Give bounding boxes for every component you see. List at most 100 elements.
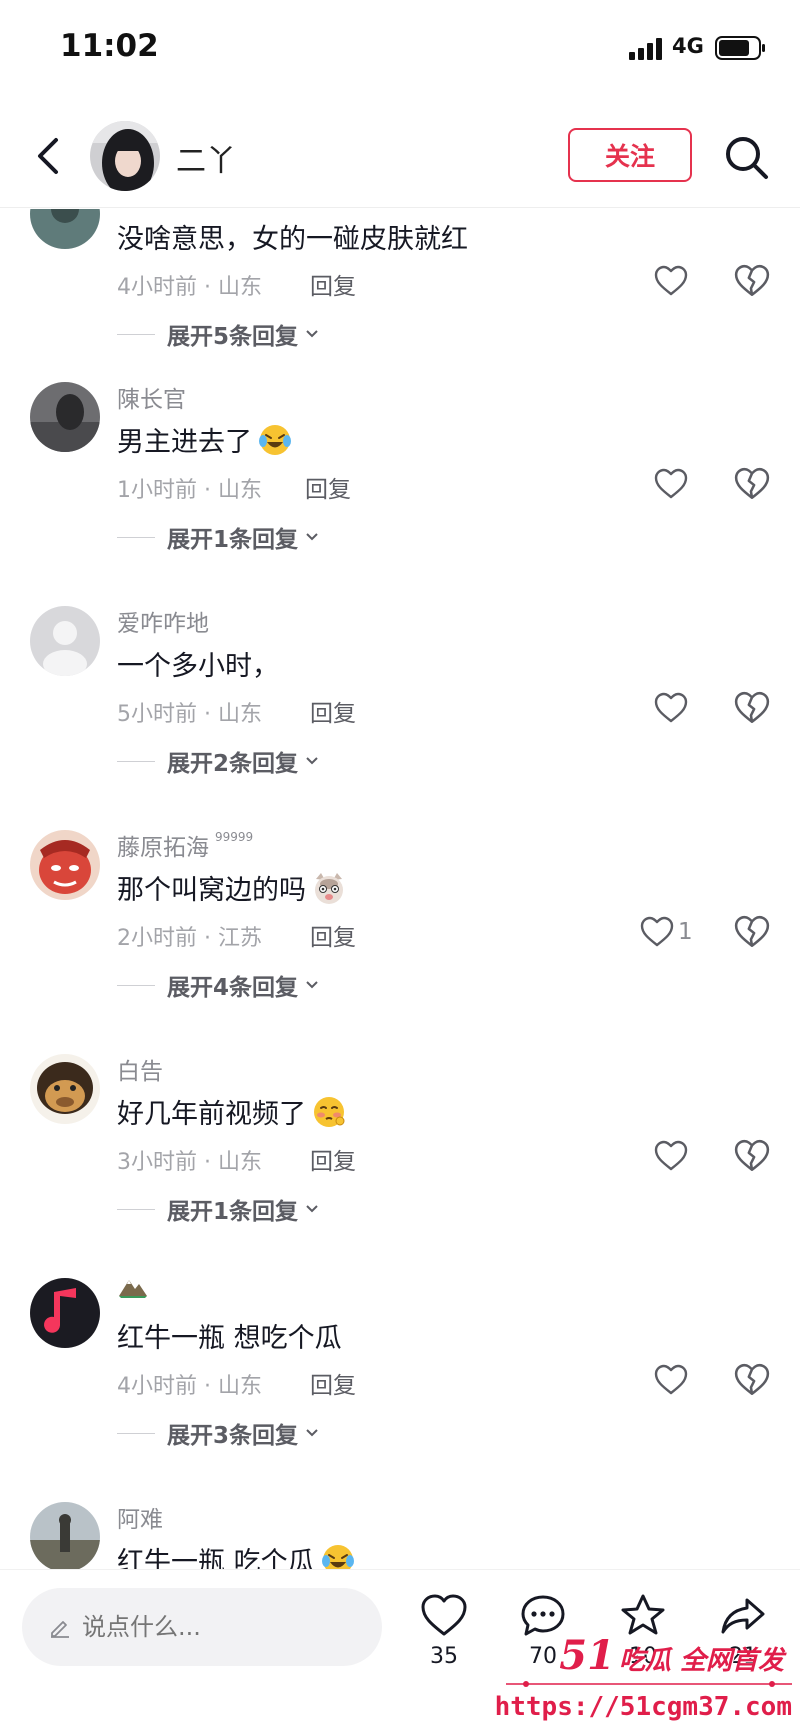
chevron-down-icon bbox=[306, 533, 318, 541]
comment-input[interactable] bbox=[82, 1613, 362, 1641]
like-button[interactable] bbox=[654, 690, 692, 726]
comment-time-location: 2小时前 · 江苏 bbox=[117, 926, 262, 951]
user-badge: 99999 bbox=[215, 830, 254, 844]
watermark-decoration bbox=[506, 1681, 792, 1687]
search-icon[interactable] bbox=[722, 134, 772, 180]
divider-line bbox=[117, 984, 155, 986]
expand-replies-label: 展开1条回复 bbox=[167, 527, 299, 553]
reply-button[interactable]: 回复 bbox=[310, 694, 356, 728]
divider-line bbox=[117, 1432, 155, 1434]
chevron-down-icon bbox=[306, 1429, 318, 1437]
like-button[interactable] bbox=[654, 263, 692, 299]
chevron-down-icon bbox=[306, 1205, 318, 1213]
commenter-name[interactable]: 藤原拓海 99999 bbox=[117, 828, 253, 862]
chevron-down-icon bbox=[306, 330, 318, 338]
comment-text: 男主进去了 bbox=[117, 420, 292, 459]
dislike-broken-heart-icon[interactable] bbox=[734, 466, 770, 502]
expand-replies-label: 展开2条回复 bbox=[167, 751, 299, 777]
like-count: 1 bbox=[678, 919, 693, 945]
chevron-down-icon bbox=[306, 981, 318, 989]
reply-button[interactable]: 回复 bbox=[310, 1366, 356, 1400]
comment-text: 红牛一瓶 吃个瓜 bbox=[117, 1540, 355, 1569]
battery-icon bbox=[715, 36, 765, 60]
like-button[interactable] bbox=[654, 1138, 692, 1174]
status-bar: 11:02 4G bbox=[0, 0, 800, 96]
like-button[interactable] bbox=[654, 1362, 692, 1398]
heart-icon bbox=[654, 1364, 688, 1395]
comment-input-box[interactable] bbox=[22, 1588, 382, 1666]
mountain-avatar-name-icon bbox=[119, 1280, 147, 1298]
dislike-broken-heart-icon[interactable] bbox=[734, 1362, 770, 1398]
dislike-broken-heart-icon[interactable] bbox=[734, 914, 770, 950]
comment-item: 红牛一瓶 想吃个瓜 4小时前 · 山东 回复 展开3条回复 bbox=[0, 1264, 800, 1488]
commenter-avatar[interactable] bbox=[30, 1502, 100, 1569]
comment-time-location: 5小时前 · 山东 bbox=[117, 702, 262, 727]
comment-item: 陳长官 男主进去了 1小时前 · 山东 回复 展开1条回复 bbox=[0, 368, 800, 592]
watermark-brand-number: 51 bbox=[559, 1632, 615, 1679]
commenter-avatar[interactable] bbox=[30, 382, 100, 452]
comment-time-location: 3小时前 · 山东 bbox=[117, 1150, 262, 1175]
divider-line bbox=[117, 333, 155, 335]
expand-replies-button[interactable]: 展开5条回复 bbox=[117, 317, 320, 351]
commenter-avatar[interactable] bbox=[30, 830, 100, 900]
comment-item: 白告 好几年前视频了 3小时前 · 山东 回复 展开1条回复 bbox=[0, 1040, 800, 1264]
comment-item: 阿难 红牛一瓶 吃个瓜 bbox=[0, 1488, 800, 1569]
pencil-icon bbox=[51, 1621, 69, 1638]
expand-replies-button[interactable]: 展开1条回复 bbox=[117, 520, 320, 554]
expand-replies-button[interactable]: 展开4条回复 bbox=[117, 968, 320, 1002]
expand-replies-button[interactable]: 展开3条回复 bbox=[117, 1416, 320, 1450]
commenter-name[interactable]: 阿难 bbox=[117, 1500, 163, 1534]
commenter-name[interactable]: 陳长官 bbox=[117, 380, 186, 414]
reply-button[interactable]: 回复 bbox=[310, 1142, 356, 1176]
comment-list[interactable]: 没啥意思，女的一碰皮肤就红 4小时前 · 山东 回复 展开5条回复 陳长官 男主… bbox=[0, 209, 800, 1569]
comment-text: 好几年前视频了 bbox=[117, 1092, 346, 1131]
top-nav-bar: 二丫 关注 bbox=[0, 104, 800, 208]
laughing-crying-emoji-icon bbox=[259, 424, 291, 455]
dislike-broken-heart-icon[interactable] bbox=[734, 690, 770, 726]
commenter-avatar[interactable] bbox=[30, 606, 100, 676]
dislike-broken-heart-icon[interactable] bbox=[734, 1138, 770, 1174]
cat-emoji-icon bbox=[315, 872, 343, 904]
signal-icon bbox=[629, 38, 662, 60]
comment-time-location: 4小时前 · 山东 bbox=[117, 275, 262, 300]
expand-replies-button[interactable]: 展开1条回复 bbox=[117, 1192, 320, 1226]
expand-replies-button[interactable]: 展开2条回复 bbox=[117, 744, 320, 778]
network-type: 4G bbox=[672, 34, 704, 58]
divider-line bbox=[117, 1208, 155, 1210]
heart-icon bbox=[421, 1594, 467, 1636]
dislike-broken-heart-icon[interactable] bbox=[734, 263, 770, 299]
reply-button[interactable]: 回复 bbox=[310, 918, 356, 952]
expand-replies-label: 展开1条回复 bbox=[167, 1199, 299, 1225]
commenter-avatar[interactable] bbox=[30, 1054, 100, 1124]
back-arrow-icon[interactable] bbox=[30, 134, 66, 178]
commenter-name[interactable] bbox=[117, 1276, 149, 1298]
heart-icon bbox=[654, 468, 688, 499]
comment-text: 没啥意思，女的一碰皮肤就红 bbox=[117, 224, 468, 255]
comment-item: 没啥意思，女的一碰皮肤就红 4小时前 · 山东 回复 展开5条回复 bbox=[0, 209, 800, 389]
like-video-button[interactable]: 35 bbox=[409, 1592, 479, 1669]
author-avatar[interactable] bbox=[90, 121, 160, 191]
expand-replies-label: 展开4条回复 bbox=[167, 975, 299, 1001]
heart-icon bbox=[654, 692, 688, 723]
commenter-name[interactable]: 爱咋咋地 bbox=[117, 604, 209, 638]
author-name: 二丫 bbox=[176, 144, 236, 179]
comment-text: 红牛一瓶 想吃个瓜 bbox=[117, 1323, 342, 1354]
expand-replies-label: 展开5条回复 bbox=[167, 324, 299, 350]
commenter-avatar[interactable] bbox=[30, 1278, 100, 1348]
watermark-url: https://51cgm37.com bbox=[494, 1692, 792, 1722]
follow-button[interactable]: 关注 bbox=[568, 128, 692, 182]
reply-button[interactable]: 回复 bbox=[310, 267, 356, 301]
heart-icon bbox=[654, 265, 688, 296]
reply-button[interactable]: 回复 bbox=[305, 470, 351, 504]
heart-icon bbox=[640, 916, 674, 947]
comment-time-location: 4小时前 · 山东 bbox=[117, 1374, 262, 1399]
like-button[interactable] bbox=[654, 466, 692, 502]
like-button[interactable]: 1 bbox=[640, 914, 693, 950]
commenter-name[interactable]: 白告 bbox=[117, 1052, 163, 1086]
commenter-avatar[interactable] bbox=[30, 209, 100, 249]
expand-replies-label: 展开3条回复 bbox=[167, 1423, 299, 1449]
comment-item: 爱咋咋地 一个多小时， 5小时前 · 山东 回复 展开2条回复 bbox=[0, 592, 800, 816]
comment-text: 一个多小时， bbox=[117, 651, 279, 682]
shy-emoji-icon bbox=[314, 1096, 345, 1127]
heart-icon bbox=[654, 1140, 688, 1171]
